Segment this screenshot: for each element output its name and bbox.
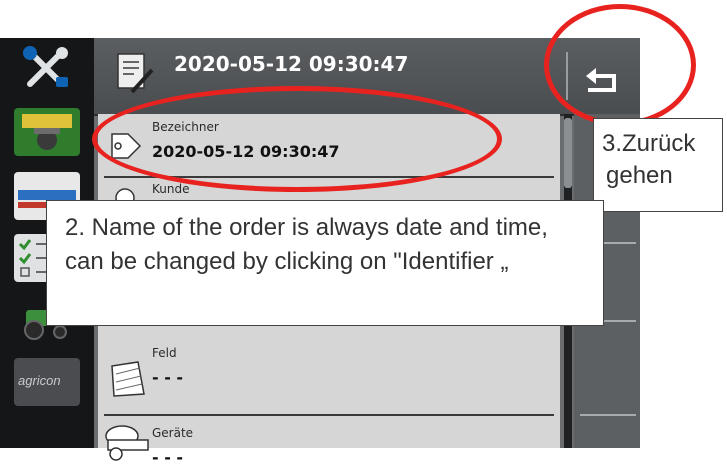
field-value: - - - (152, 368, 184, 387)
back-annotation-callout: 3.Zurück gehen (593, 118, 723, 212)
identifier-annotation-callout: 2. Name of the order is always date and … (46, 200, 604, 326)
tractor-gps-icon[interactable] (14, 108, 80, 156)
implement-icon (102, 422, 154, 462)
order-document-icon (112, 48, 156, 96)
implements-value: - - - (152, 448, 184, 467)
scroll-thumb[interactable] (564, 118, 572, 188)
back-annotation-line2: gehen (606, 162, 673, 189)
softkey-divider (580, 414, 636, 416)
field-label: Feld (152, 346, 177, 360)
list-item-implements[interactable]: Geräte - - - (98, 418, 560, 467)
tools-icon[interactable] (14, 44, 80, 92)
page-title: 2020-05-12 09:30:47 (174, 52, 409, 76)
back-button-highlight-ellipse (544, 4, 696, 126)
back-annotation-line1: 3.Zurück (602, 130, 696, 157)
identifier-annotation-text: 2. Name of the order is always date and … (65, 214, 548, 275)
implements-label: Geräte (152, 426, 194, 440)
field-icon (108, 360, 148, 400)
agricon-logo-text: agricon (18, 373, 61, 388)
identifier-highlight-ellipse (92, 86, 502, 192)
customer-label: Kunde (152, 182, 190, 196)
agricon-logo-icon[interactable]: agricon (14, 358, 80, 406)
list-item-field[interactable]: Feld - - - (98, 346, 560, 416)
item-divider (104, 414, 554, 416)
